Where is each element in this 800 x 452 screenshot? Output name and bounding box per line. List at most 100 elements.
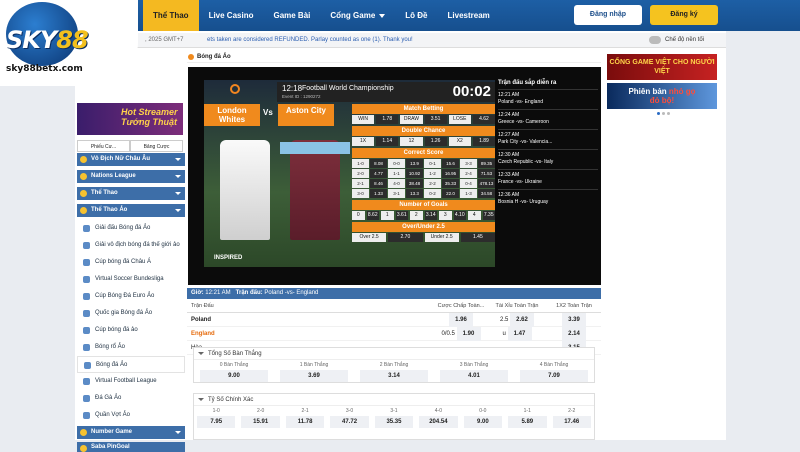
over-under-cell[interactable]: 2.5 2.62	[487, 313, 547, 327]
odds-cell: 1-3	[460, 189, 477, 198]
odds-cell: 0-0	[388, 159, 405, 168]
upcoming-match: Czech Republic -vs- Italy	[498, 159, 554, 165]
sidebar-item-virtual-cup[interactable]: Cúp bóng đá ảo	[77, 322, 185, 339]
nav-live-casino[interactable]: Live Casino	[199, 0, 264, 31]
promo-banner-app[interactable]: Phiên bản nhỏ gọ đỏ bộ!	[607, 83, 717, 109]
promo-banner-game-portal[interactable]: CỔNG GAME VIỆT CHO NGƯỜI VIỆT	[607, 54, 717, 80]
correct-score-header[interactable]: Tỷ Số Chính Xác	[194, 394, 594, 406]
sidebar-item-virtual-football-league[interactable]: Virtual Football League	[77, 373, 185, 390]
odds-cell: 1-2	[424, 169, 441, 178]
sidebar-item-virtual-basketball[interactable]: Bóng rổ Ảo	[77, 339, 185, 356]
carousel-dots	[657, 112, 670, 115]
upcoming-item[interactable]: 12:27 AM Park City -vs- Valencia...	[498, 129, 598, 149]
correct-score-odds: 7.95 15.91 11.78 47.72 35.35 204.54 9.00…	[194, 416, 594, 428]
carousel-dot[interactable]	[662, 112, 665, 115]
upcoming-match: Park City -vs- Valencia...	[498, 139, 553, 145]
odds-cell: 478.13	[478, 179, 495, 188]
odds-cell: 4.62	[472, 115, 495, 124]
odds-cell[interactable]: 3.14	[360, 370, 428, 382]
upcoming-item[interactable]: 12:33 AM France -vs- Ukraine	[498, 169, 598, 189]
sidebar-section-nations-league[interactable]: Nations League	[77, 170, 185, 183]
1x2-cell[interactable]: 3.39	[547, 313, 601, 327]
over-under-cell[interactable]: u 1.47	[487, 327, 547, 341]
odds-cell[interactable]: 4.01	[440, 370, 508, 382]
goal-label: 1 Bàn Thắng	[299, 362, 329, 368]
register-button[interactable]: Đăng ký	[650, 5, 718, 25]
odds-cell: 1.45	[460, 233, 495, 242]
odds-cell: LOSE	[448, 115, 471, 124]
upcoming-item[interactable]: 12:21 AM Poland -vs- England	[498, 89, 598, 109]
sidebar-item-virtual-world-cup[interactable]: Giải vô địch bóng đá thế giới ảo	[77, 237, 185, 254]
upcoming-item[interactable]: 12:36 AM Bosnia H -vs- Uruguay	[498, 189, 598, 209]
odds-cell[interactable]: 9.00	[200, 370, 268, 382]
streamer-banner[interactable]: Hot Streamer Tướng Thuật	[77, 103, 183, 135]
odds-cell[interactable]: 35.35	[374, 416, 414, 428]
nav-sports[interactable]: Thể Thao	[143, 0, 199, 31]
sidebar-item-virtual-bundesliga[interactable]: Virtual Soccer Bundesliga	[77, 271, 185, 288]
odds-cell: 1-1	[388, 169, 405, 178]
odds-cell[interactable]: 47.72	[330, 416, 369, 428]
odds-cell: 1.26	[424, 137, 447, 146]
upcoming-item[interactable]: 12:24 AM Greece -vs- Cameroon	[498, 109, 598, 129]
dark-mode-toggle[interactable]	[649, 36, 661, 44]
sidebar-section-saba-pingoal[interactable]: Saba PinGoal	[77, 442, 185, 452]
odds-cell: 0-1	[424, 159, 441, 168]
table-row: England 0/0.5 1.90 u 1.47 2.14	[187, 327, 601, 341]
nav-lottery[interactable]: Lô Đề	[395, 0, 437, 31]
tab-my-bets[interactable]: Bảng Cược	[130, 140, 183, 152]
odds-cell[interactable]: 11.78	[285, 416, 325, 428]
odds-cell[interactable]: 3.69	[280, 370, 348, 382]
number-goals-header: Number of Goals	[352, 200, 495, 210]
site-logo[interactable]: SKY88 sky88betx.com	[0, 0, 138, 86]
odds-cell[interactable]: 17.46	[552, 416, 591, 428]
sidebar-item-virtual-football[interactable]: Bóng đá Ảo	[77, 356, 185, 373]
nav-card-games[interactable]: Game Bài	[263, 0, 320, 31]
carousel-dot[interactable]	[667, 112, 670, 115]
section-label: Nations League	[91, 173, 136, 179]
logo-url: sky88betx.com	[6, 64, 83, 74]
sidebar-item-virtual-tennis[interactable]: Quần Vợt Ảo	[77, 407, 185, 424]
odds-cell: 1.89	[472, 137, 495, 146]
odds-cell: 71.53	[478, 169, 495, 178]
tab-betslip[interactable]: Phiếu Cư...	[77, 140, 130, 152]
score-label: 1-1	[523, 408, 531, 414]
sidebar-item-label: Giải đấu Bóng đá Ảo	[95, 225, 151, 231]
odds-cell[interactable]: 9.00	[463, 416, 503, 428]
score-label: 3-1	[390, 408, 398, 414]
odds-cell: 2-2	[424, 179, 441, 188]
odds-cell[interactable]: 7.95	[197, 416, 236, 428]
sidebar-item-asian-cup[interactable]: Cúp bóng đá Châu Á	[77, 254, 185, 271]
sidebar-item-virtual-cockfight[interactable]: Đá Gà Ảo	[77, 390, 185, 407]
sidebar-section-number-game[interactable]: Number Game	[77, 426, 185, 439]
odds-cell: 4.77	[370, 169, 387, 178]
handicap-odds: 1.96	[449, 313, 473, 327]
total-goals-header[interactable]: Tổng Số Bàn Thắng	[194, 348, 594, 360]
sidebar-section-womens-euro[interactable]: Vô Địch Nữ Châu Âu	[77, 153, 185, 166]
nav-livestream[interactable]: Livestream	[438, 0, 500, 31]
odds-cell[interactable]: 204.54	[419, 416, 458, 428]
sidebar-section-virtual-sports[interactable]: Thể Thao Ảo	[77, 204, 185, 217]
goal-label: 2 Bàn Thắng	[379, 362, 409, 368]
sidebar: Hot Streamer Tướng Thuật Phiếu Cư... Bản…	[75, 48, 185, 452]
carousel-dot[interactable]	[657, 112, 660, 115]
handicap-cell[interactable]: 0/0.5 1.90	[435, 327, 487, 341]
login-button[interactable]: Đăng nhập	[574, 5, 642, 25]
odds-cell: 38.48	[406, 179, 423, 188]
odds-cell[interactable]: 5.89	[508, 416, 547, 428]
sidebar-section-sports[interactable]: Thể Thao	[77, 187, 185, 200]
sidebar-item-virtual-nations[interactable]: Quốc gia Bóng đá Ảo	[77, 305, 185, 322]
video-watermark: INSPIRED	[214, 255, 243, 261]
odds-cell[interactable]: 15.91	[241, 416, 280, 428]
odds-cell[interactable]: 7.09	[520, 370, 588, 382]
virtual-video-player[interactable]: 12:18 Event ID : 1290272 Football World …	[188, 67, 601, 285]
odds-cell: 3-0	[352, 189, 369, 198]
sidebar-item-label: Quần Vợt Ảo	[95, 412, 130, 418]
ticker-date: , 2025 GMT+7	[145, 37, 184, 43]
sidebar-item-virtual-football-tournament[interactable]: Giải đấu Bóng đá Ảo	[77, 220, 185, 237]
1x2-cell[interactable]: 2.14	[547, 327, 601, 341]
handicap-cell[interactable]: 1.96	[435, 313, 487, 327]
sidebar-item-virtual-euro[interactable]: Cúp Bóng Đá Euro Ảo	[77, 288, 185, 305]
nav-game-portal[interactable]: Cổng Game	[320, 0, 395, 31]
upcoming-item[interactable]: 12:30 AM Czech Republic -vs- Italy	[498, 149, 598, 169]
double-chance-header: Double Chance	[352, 126, 495, 136]
